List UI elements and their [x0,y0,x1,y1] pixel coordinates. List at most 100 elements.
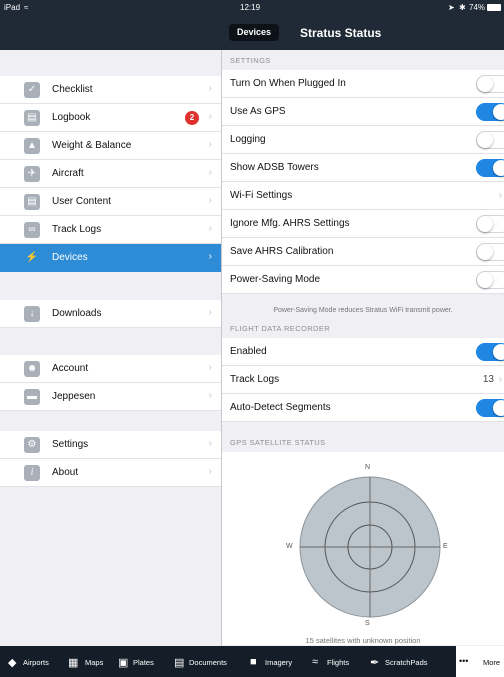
recorder-enabled-toggle[interactable] [476,343,504,361]
setting-row-save-ahrs-calibration: Save AHRS Calibration [222,238,504,266]
page-title: Stratus Status [300,26,382,40]
row-label: Enabled [230,346,267,357]
section-header-gps-satellite-status: GPS SATELLITE STATUS [222,434,504,452]
setting-row-auto-detect-segments: Auto-Detect Segments [222,394,504,422]
book-icon: ▤ [24,110,40,126]
download-icon: ↓ [24,306,40,322]
gear-icon: ⚙ [24,437,40,453]
logging-toggle[interactable] [476,131,504,149]
sidebar-item-downloads[interactable]: ↓ Downloads › [0,300,221,328]
chevron-right-icon: › [498,190,502,201]
battery-icon [487,4,501,11]
setting-row-logging: Logging [222,126,504,154]
sidebar-item-label: Settings [52,439,89,450]
sidebar-item-label: Weight & Balance [52,140,132,151]
sidebar-item-weight-balance[interactable]: ▲ Weight & Balance › [0,132,221,160]
sidebar-item-label: Track Logs [52,224,102,235]
sidebar-item-track-logs[interactable]: ∞ Track Logs › [0,216,221,244]
sidebar-item-settings[interactable]: ⚙ Settings › [0,431,221,459]
tab-imagery[interactable]: ■ Imagery [250,646,312,677]
sidebar-item-label: Aircraft [52,168,84,179]
chevron-right-icon: › [208,167,212,178]
tab-scratchpads[interactable]: ✒ ScratchPads [370,646,452,677]
gps-satellite-view: N S W E 15 satellites with unknown posit… [222,452,504,645]
auto-detect-segments-toggle[interactable] [476,399,504,417]
setting-row-use-as-gps: Use As GPS [222,98,504,126]
tab-more[interactable]: ••• More [456,646,504,677]
tab-label: Plates [133,658,154,667]
devices-segment-button[interactable]: Devices [229,24,280,41]
chevron-right-icon: › [208,438,212,449]
compass-north-label: N [365,464,371,471]
power-saving-note: Power-Saving Mode reduces Stratus WiFi t… [273,307,453,314]
setting-row-show-adsb-towers: Show ADSB Towers [222,154,504,182]
tab-airports[interactable]: ◆ Airports [8,646,70,677]
sidebar-item-label: Downloads [52,308,102,319]
row-label: Ignore Mfg. AHRS Settings [230,218,350,229]
tab-label: Imagery [265,658,293,667]
setting-row-wifi-settings[interactable]: Wi-Fi Settings › [222,182,504,210]
pen-icon: ✒ [370,657,380,669]
scale-icon: ▲ [24,138,40,154]
show-adsb-towers-toggle[interactable] [476,159,504,177]
sidebar-item-label: Devices [52,252,88,263]
turn-on-when-plugged-in-toggle[interactable] [476,75,504,93]
save-ahrs-calibration-toggle[interactable] [476,243,504,261]
device-label: iPad [4,3,21,12]
chevron-right-icon: › [208,111,212,122]
sidebar-item-logbook[interactable]: ▤ Logbook 2 › [0,104,221,132]
sidebar-item-label: Logbook [52,112,91,123]
chevron-right-icon: › [208,362,212,373]
sidebar-item-devices[interactable]: ⚡ Devices › [0,244,221,272]
compass-west-label: W [286,543,293,550]
bluetooth-icon: ✱ [459,3,466,12]
tab-label: More [483,658,501,667]
sidebar-item-label: User Content [52,196,111,207]
tab-plates[interactable]: ▣ Plates [118,646,174,677]
row-label: Power-Saving Mode [230,274,321,285]
location-icon: ➤ [448,3,455,12]
section-header-settings: SETTINGS [222,52,504,70]
tab-documents[interactable]: ▤ Documents [174,646,250,677]
documents-icon: ▤ [174,657,185,669]
satellite-count-text: 15 satellites with unknown position [305,636,421,645]
setting-row-track-logs[interactable]: Track Logs 13 › [222,366,504,394]
satellite-sky-plot [299,476,441,618]
chevron-right-icon: › [208,390,212,401]
more-icon: ••• [459,656,469,666]
status-bar: iPad ≈ 12:19 ➤ ✱ 74% [0,0,504,16]
sidebar: ✓ Checklist › ▤ Logbook 2 › ▲ Weight & B… [0,50,222,646]
sidebar-item-label: About [52,467,79,478]
sidebar-item-jeppesen[interactable]: ▬ Jeppesen › [0,383,221,411]
jeppesen-icon: ▬ [24,389,40,405]
setting-row-enabled: Enabled [222,338,504,366]
info-icon: i [24,465,40,481]
clock: 12:19 [240,3,261,12]
tab-label: Flights [327,658,350,667]
row-label: Track Logs [230,374,280,385]
row-label: Save AHRS Calibration [230,246,334,257]
track-logs-count: 13 [482,374,494,385]
chevron-right-icon: › [208,466,212,477]
tab-bar: ◆ Airports ▦ Maps ▣ Plates ▤ Documents ■… [0,646,504,677]
tab-maps[interactable]: ▦ Maps [68,646,122,677]
tab-flights[interactable]: ≈ Flights [312,646,366,677]
power-saving-mode-toggle[interactable] [476,271,504,289]
chevron-right-icon: › [208,83,212,94]
sidebar-item-label: Checklist [52,84,93,95]
airport-icon: ◆ [8,657,17,669]
ignore-mfg-ahrs-toggle[interactable] [476,215,504,233]
chevron-right-icon: › [208,195,212,206]
plates-icon: ▣ [118,657,129,669]
setting-row-turn-on-when-plugged-in: Turn On When Plugged In [222,70,504,98]
track-icon: ∞ [24,222,40,238]
sidebar-item-account[interactable]: ☻ Account › [0,355,221,383]
row-label: Wi-Fi Settings [230,190,293,201]
sidebar-item-user-content[interactable]: ▤ User Content › [0,188,221,216]
row-label: Show ADSB Towers [230,162,319,173]
sidebar-item-aircraft[interactable]: ✈ Aircraft › [0,160,221,188]
sidebar-item-checklist[interactable]: ✓ Checklist › [0,76,221,104]
sidebar-item-about[interactable]: i About › [0,459,221,487]
setting-row-ignore-mfg-ahrs: Ignore Mfg. AHRS Settings [222,210,504,238]
use-as-gps-toggle[interactable] [476,103,504,121]
